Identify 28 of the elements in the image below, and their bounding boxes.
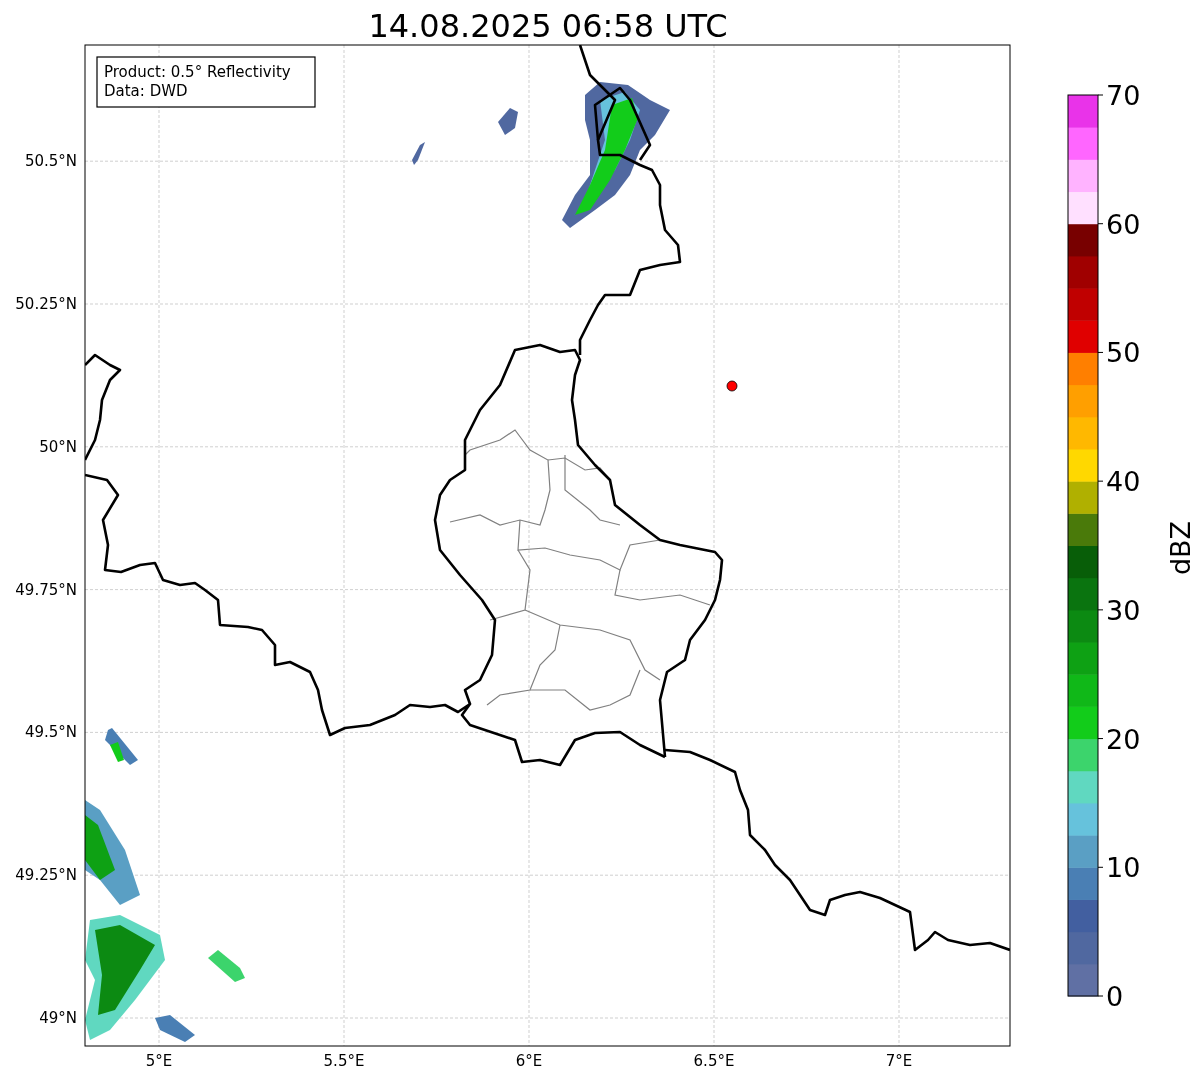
- radar-echo: [498, 108, 518, 135]
- colorbar-label: dBZ: [1165, 520, 1196, 576]
- tick-label: 5°E: [145, 1052, 173, 1070]
- tick-label: 50.5°N: [24, 152, 77, 171]
- colorbar-tick-label: 40: [1106, 466, 1141, 498]
- colorbar-tick-label: 50: [1106, 337, 1141, 369]
- colorbar-tick-label: 60: [1106, 208, 1141, 240]
- colorbar-tick-label: 30: [1106, 594, 1141, 626]
- tick-label: 7°E: [885, 1052, 913, 1070]
- tick-label: 5.5°E: [323, 1052, 365, 1070]
- legend-text: Data: DWD: [104, 82, 188, 100]
- tick-label: 49.25°N: [15, 866, 77, 885]
- location-marker: [726, 380, 738, 392]
- colorbar-tick-label: 70: [1106, 80, 1141, 111]
- colorbar-tick-label: 0: [1106, 981, 1124, 1012]
- tick-label: 6.5°E: [693, 1052, 735, 1070]
- tick-label: 49.5°N: [24, 723, 77, 742]
- radar-echo: [208, 950, 245, 982]
- tick-label: 49°N: [39, 1009, 77, 1027]
- legend-text: Product: 0.5° Reflectivity: [104, 63, 291, 81]
- tick-label: 50°N: [39, 437, 77, 456]
- colorbar-tick-label: 20: [1106, 723, 1141, 755]
- tick-label: 6°E: [515, 1052, 543, 1070]
- figure-title: 14.08.2025 06:58 UTC: [368, 7, 728, 45]
- tick-label: 50.25°N: [15, 295, 77, 313]
- radar-echo: [412, 142, 425, 165]
- colorbar-tick-label: 10: [1106, 852, 1141, 884]
- tick-label: 49.75°N: [15, 580, 77, 599]
